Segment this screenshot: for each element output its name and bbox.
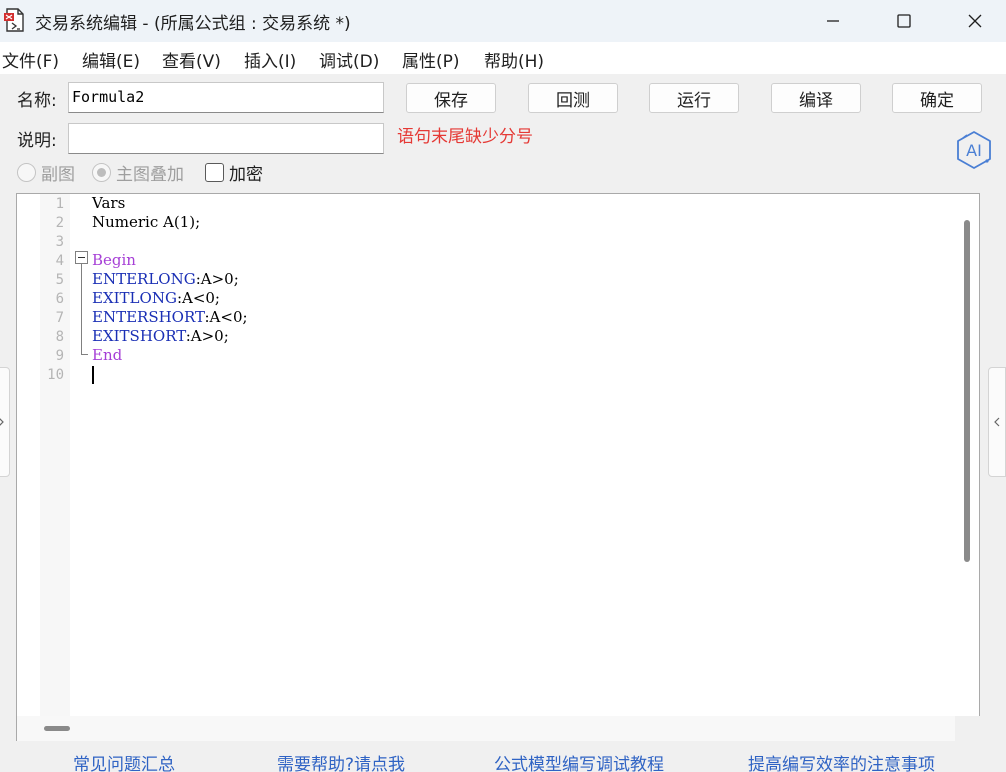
fold-toggle-icon[interactable]: [75, 251, 88, 264]
menu-edit[interactable]: 编辑(E): [82, 47, 140, 72]
line-number: 6: [55, 291, 64, 307]
run-button[interactable]: 运行: [649, 83, 739, 113]
help-link[interactable]: 需要帮助?请点我: [277, 750, 405, 772]
menu-file[interactable]: 文件(F): [2, 47, 59, 72]
code-line-7: ENTERSHORT:A<0;: [92, 308, 248, 326]
horizontal-scrollbar[interactable]: [44, 726, 70, 731]
encrypt-checkbox[interactable]: 加密: [205, 160, 263, 185]
chevron-left-icon: [994, 417, 1000, 427]
menu-bar: 文件(F) 编辑(E) 查看(V) 插入(I) 调试(D) 属性(P) 帮助(H…: [0, 42, 1006, 74]
maximize-icon: [897, 14, 911, 28]
code-line-1: Vars: [92, 194, 126, 212]
ai-label: AI: [966, 141, 982, 160]
close-button[interactable]: [940, 0, 1006, 42]
save-button[interactable]: 保存: [406, 83, 496, 113]
line-number: 4: [55, 253, 64, 269]
radio-circle: [17, 163, 36, 182]
name-label: 名称:: [17, 91, 57, 111]
line-number: 7: [55, 310, 64, 326]
line-number: 10: [47, 367, 64, 383]
line-number: 9: [55, 348, 64, 364]
close-icon: [968, 14, 982, 28]
menu-properties[interactable]: 属性(P): [402, 47, 460, 72]
sub-chart-label: 副图: [41, 165, 75, 185]
minimize-button[interactable]: [798, 0, 868, 42]
name-input[interactable]: Formula2: [68, 82, 384, 113]
horizontal-scrollbar-track: [17, 716, 955, 741]
chevron-right-icon: [0, 418, 4, 426]
code-editor[interactable]: 1 2 3 4 5 6 7 8 9 10 Vars Numeric A(1); …: [16, 193, 980, 741]
minimize-icon: [827, 20, 839, 22]
window-title: 交易系统编辑 - (所属公式组 : 交易系统 *): [35, 14, 351, 34]
menu-debug[interactable]: 调试(D): [319, 47, 379, 72]
code-line-5: ENTERLONG:A>0;: [92, 270, 239, 288]
maximize-button[interactable]: [869, 0, 939, 42]
formula-file-icon: [4, 8, 24, 32]
ai-assistant-button[interactable]: AI: [953, 129, 995, 171]
main-overlay-radio[interactable]: 主图叠加: [92, 160, 184, 185]
menu-help[interactable]: 帮助(H): [484, 47, 544, 72]
left-panel-toggle[interactable]: [0, 367, 10, 477]
menu-insert[interactable]: 插入(I): [244, 47, 296, 72]
radio-circle-checked: [92, 163, 111, 182]
right-panel-toggle[interactable]: [988, 367, 1006, 477]
line-number: 5: [55, 272, 64, 288]
code-line-8: EXITSHORT:A>0;: [92, 327, 229, 345]
code-line-6: EXITLONG:A<0;: [92, 289, 220, 307]
efficiency-tips-link[interactable]: 提高编写效率的注意事项: [748, 750, 935, 772]
line-number: 3: [55, 234, 64, 250]
code-line-9: End: [92, 346, 123, 364]
line-number: 2: [55, 215, 64, 231]
code-line-4: Begin: [92, 251, 136, 269]
sub-chart-radio[interactable]: 副图: [17, 160, 75, 185]
line-number: 8: [55, 329, 64, 345]
code-line-2: Numeric A(1);: [92, 213, 201, 231]
text-cursor: [92, 366, 94, 384]
scrollbar-corner: [955, 716, 980, 741]
main-overlay-label: 主图叠加: [116, 165, 184, 185]
tutorial-link[interactable]: 公式模型编写调试教程: [494, 750, 664, 772]
faq-link[interactable]: 常见问题汇总: [73, 750, 175, 772]
error-message: 语句末尾缺少分号: [397, 127, 533, 147]
menu-view[interactable]: 查看(V): [162, 47, 221, 72]
description-input[interactable]: [68, 123, 384, 154]
description-label: 说明:: [17, 131, 57, 151]
compile-button[interactable]: 编译: [771, 83, 861, 113]
encrypt-label: 加密: [229, 165, 263, 185]
confirm-button[interactable]: 确定: [892, 83, 982, 113]
fold-guide-end: [81, 354, 88, 355]
line-number: 1: [55, 196, 64, 212]
backtest-button[interactable]: 回测: [528, 83, 618, 113]
vertical-scrollbar[interactable]: [964, 220, 970, 562]
title-bar[interactable]: 交易系统编辑 - (所属公式组 : 交易系统 *): [0, 0, 1006, 42]
checkbox-box: [205, 163, 224, 182]
fold-guide: [81, 264, 82, 355]
